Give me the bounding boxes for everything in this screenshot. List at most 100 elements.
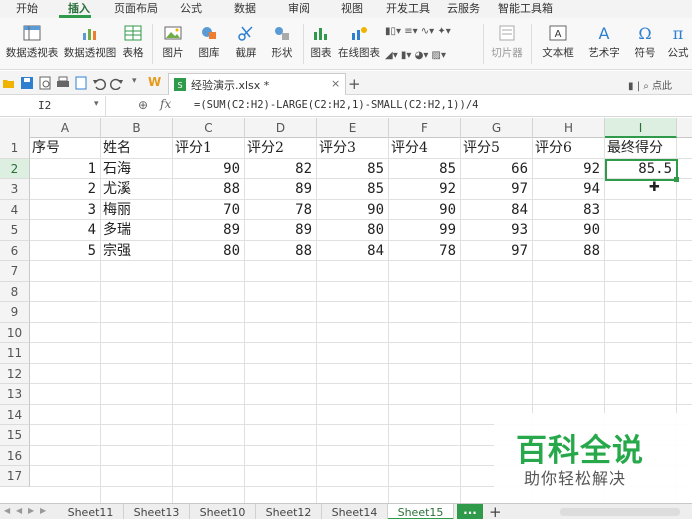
table-button[interactable]: 表格	[119, 25, 147, 60]
column-header[interactable]: A	[30, 118, 101, 138]
data-cell[interactable]: 99	[389, 220, 460, 240]
data-cell[interactable]: 88	[173, 179, 244, 199]
next-sheet-arrow-icon[interactable]: ▶	[28, 506, 34, 515]
gallery-button[interactable]: 图库	[192, 25, 226, 60]
pivot-table-button[interactable]: 数据透视表	[4, 25, 60, 60]
chart-types-row2[interactable]: ◢▾ ▮▾ ◕▾ ▨▾	[385, 50, 446, 61]
sheet-tab-sheet11[interactable]: Sheet11	[58, 504, 124, 519]
row-header[interactable]: 5	[0, 220, 30, 241]
row-header[interactable]: 10	[0, 322, 30, 343]
horizontal-scrollbar[interactable]	[560, 508, 680, 516]
header-cell[interactable]: 最终得分	[605, 138, 676, 158]
header-cell[interactable]: 评分6	[533, 138, 604, 158]
row-header[interactable]: 16	[0, 445, 30, 466]
menu-tab-data[interactable]: 数据	[232, 0, 258, 18]
menu-tab-developer[interactable]: 开发工具	[384, 0, 432, 18]
data-cell[interactable]: 85	[389, 159, 460, 179]
print-preview-icon[interactable]	[38, 76, 52, 90]
tool-icon[interactable]: ▮	[628, 81, 634, 92]
row-header[interactable]: 15	[0, 425, 30, 446]
menu-tab-view[interactable]: 视图	[339, 0, 365, 18]
data-cell[interactable]: 石海	[101, 159, 172, 179]
data-cell[interactable]: 90	[317, 200, 388, 220]
column-header[interactable]: E	[317, 118, 389, 138]
search-icon[interactable]: ⌕	[643, 81, 649, 92]
menu-tab-formulas[interactable]: 公式	[178, 0, 204, 18]
formula-input[interactable]: =(SUM(C2:H2)-LARGE(C2:H2,1)-SMALL(C2:H2,…	[194, 99, 478, 111]
chart-types-row1[interactable]: ▮▯▾ ≡▾ ∿▾ ✦▾	[385, 26, 451, 37]
more-sheets-button[interactable]: ...	[457, 504, 483, 519]
data-cell[interactable]: 97	[461, 179, 532, 199]
data-cell[interactable]: 84	[317, 241, 388, 261]
data-cell[interactable]: 97	[461, 241, 532, 261]
zoom-icon[interactable]: ⊕	[138, 98, 148, 112]
sheet-tab-sheet13[interactable]: Sheet13	[124, 504, 190, 519]
sheet-tab-sheet14[interactable]: Sheet14	[322, 504, 388, 519]
column-header[interactable]: D	[245, 118, 317, 138]
sheet-tab-sheet12[interactable]: Sheet12	[256, 504, 322, 519]
row-header[interactable]: 12	[0, 363, 30, 384]
data-cell[interactable]: 90	[389, 200, 460, 220]
menu-tab-toolbox[interactable]: 智能工具箱	[496, 0, 555, 18]
add-sheet-button[interactable]: +	[489, 503, 502, 519]
data-cell[interactable]: 93	[461, 220, 532, 240]
row-header[interactable]: 3	[0, 179, 30, 200]
fill-handle[interactable]	[674, 177, 679, 182]
redo-icon[interactable]	[110, 76, 124, 90]
data-cell[interactable]	[605, 179, 676, 199]
data-cell[interactable]: 92	[533, 159, 604, 179]
data-cell[interactable]: 78	[245, 200, 316, 220]
data-cell[interactable]: 88	[533, 241, 604, 261]
data-cell[interactable]: 3	[30, 200, 100, 220]
data-cell[interactable]: 85	[317, 159, 388, 179]
header-cell[interactable]: 姓名	[101, 138, 172, 158]
column-header[interactable]: F	[389, 118, 461, 138]
sheet-tab-sheet10[interactable]: Sheet10	[190, 504, 256, 519]
undo-icon[interactable]	[92, 76, 106, 90]
online-chart-button[interactable]: 在线图表	[337, 25, 381, 60]
chevron-down-icon[interactable]: ▾	[94, 99, 99, 109]
header-cell[interactable]: 评分1	[173, 138, 244, 158]
select-all-corner[interactable]	[0, 118, 30, 138]
sheet-tab-sheet15[interactable]: Sheet15	[388, 504, 454, 519]
data-cell[interactable]: 89	[173, 220, 244, 240]
data-cell[interactable]: 梅丽	[101, 200, 172, 220]
data-cell[interactable]: 多瑞	[101, 220, 172, 240]
data-cell[interactable]	[605, 241, 676, 261]
slicer-button[interactable]: 切片器	[489, 25, 525, 60]
row-header[interactable]: 17	[0, 466, 30, 487]
data-cell[interactable]: 66	[461, 159, 532, 179]
row-header[interactable]: 4	[0, 199, 30, 220]
fx-icon[interactable]: fx	[160, 97, 171, 111]
row-header[interactable]: 9	[0, 302, 30, 323]
data-cell[interactable]: 5	[30, 241, 100, 261]
column-header[interactable]: I	[605, 118, 677, 138]
pivot-chart-button[interactable]: 数据透视图	[62, 25, 118, 60]
print-icon[interactable]	[56, 76, 70, 90]
open-folder-icon[interactable]	[2, 76, 16, 90]
row-header[interactable]: 8	[0, 281, 30, 302]
chart-button[interactable]: 图表	[306, 25, 336, 60]
screenshot-button[interactable]: 截屏	[229, 25, 263, 60]
row-header[interactable]: 2	[0, 158, 30, 179]
formula-button[interactable]: π 公式	[664, 25, 692, 60]
row-header[interactable]: 1	[0, 138, 30, 159]
data-cell[interactable]: 80	[173, 241, 244, 261]
header-cell[interactable]: 序号	[30, 138, 100, 158]
textbox-button[interactable]: A 文本框	[536, 25, 580, 60]
wordart-button[interactable]: A 艺术字	[582, 25, 626, 60]
data-cell[interactable]: 90	[173, 159, 244, 179]
data-cell[interactable]: 82	[245, 159, 316, 179]
data-cell[interactable]: 80	[317, 220, 388, 240]
close-tab-icon[interactable]: ×	[331, 77, 340, 90]
column-header[interactable]: G	[461, 118, 533, 138]
data-cell[interactable]: 尤溪	[101, 179, 172, 199]
menu-tab-page-layout[interactable]: 页面布局	[112, 0, 160, 18]
symbol-button[interactable]: Ω 符号	[630, 25, 660, 60]
preview-icon[interactable]	[74, 76, 88, 90]
data-cell[interactable]: 89	[245, 179, 316, 199]
right-tools[interactable]: ▮ | ⌕ 点此	[628, 77, 672, 92]
header-cell[interactable]: 评分3	[317, 138, 388, 158]
data-cell[interactable]: 84	[461, 200, 532, 220]
data-cell[interactable]: 85	[317, 179, 388, 199]
